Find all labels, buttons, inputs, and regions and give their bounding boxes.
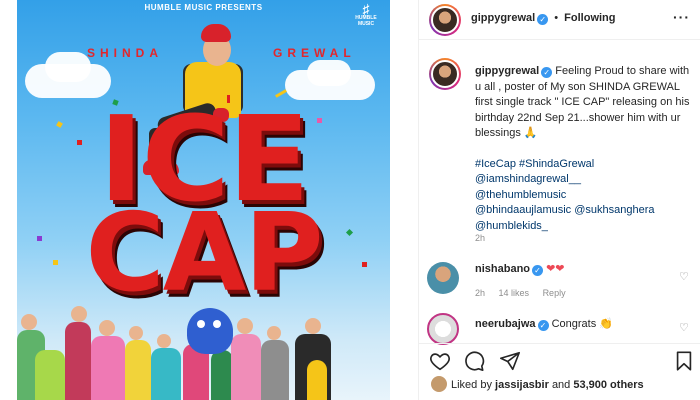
verified-icon: ✓ [537,320,549,331]
artist-last-name: GREWAL [273,46,356,60]
comment-body: neerubajwa ✓ Congrats 👏 [475,317,613,332]
confetti [227,95,230,103]
post-action-bar [419,343,700,373]
comment-body: nishabano ✓ ❤❤ [475,262,565,277]
mascot [187,308,233,354]
crowd-of-kids [17,300,390,400]
liked-by-prefix: Liked by [451,379,492,391]
post-sidebar: gippygrewal ✓ • Following ··· gippygrewal… [418,0,700,400]
comment-text: ❤❤ [546,263,565,275]
author-avatar[interactable] [429,4,461,36]
comment-bubble-icon[interactable] [463,350,485,372]
caption-tag-line[interactable]: @humblekids_ [475,219,691,235]
comment-reply-button[interactable]: Reply [543,288,566,298]
poster-title-line2: CAP [85,191,324,316]
confetti [317,118,322,123]
bookmark-icon[interactable] [673,350,695,372]
crowd-head [129,326,143,340]
kid-figure-part [201,24,231,42]
liked-by-and: and [551,379,571,391]
header-separator: • [554,12,559,24]
confetti [53,260,58,265]
comment-item: neerubajwa ✓ Congrats 👏 ♡ [427,313,693,345]
crowd-person [151,348,181,400]
artist-first-name: SHINDA [87,46,164,60]
comment-username[interactable]: nishabano [475,263,530,275]
caption-tag-line[interactable]: @iamshindagrewal__ [475,172,691,188]
crowd-head [71,306,87,322]
more-options-icon[interactable]: ··· [673,9,690,25]
crowd-person [211,350,233,400]
comment-likes[interactable]: 14 likes [499,288,530,298]
poster-image: HUMBLE MUSIC PRESENTS ♯ HUMBLE MUSIC SHI… [17,0,390,400]
post-header: gippygrewal ✓ • Following ··· [419,0,700,40]
crowd-head [99,320,115,336]
caption-tag-line[interactable]: @bhindaaujlamusic @sukhsanghera [475,203,691,219]
presents-text: HUMBLE MUSIC PRESENTS [144,3,263,12]
comment-like-heart-icon[interactable]: ♡ [679,323,689,334]
comment-avatar[interactable] [427,313,459,345]
caption-tags: #IceCap #ShindaGrewal @iamshindagrewal__… [475,157,691,235]
cloud [45,52,91,82]
crowd-head [237,318,253,334]
caption-avatar-image [431,60,459,88]
cloud [307,60,351,86]
caption-timestamp: 2h [475,233,486,243]
crowd-person [307,360,327,400]
post-media[interactable]: HUMBLE MUSIC PRESENTS ♯ HUMBLE MUSIC SHI… [0,0,418,400]
header-username[interactable]: gippygrewal [471,12,535,24]
verified-icon: ✓ [541,67,553,78]
verified-icon: ✓ [537,14,549,25]
comment-avatar[interactable] [427,262,459,294]
confetti [37,236,42,241]
caption-avatar[interactable] [429,58,461,90]
caption-username[interactable]: gippygrewal [475,65,539,77]
crowd-person [91,336,125,400]
comment-text: Congrats 👏 [551,318,613,330]
header-user-line: gippygrewal ✓ • Following [471,12,616,25]
crowd-head [305,318,321,334]
crowd-person [35,350,65,400]
comment-meta: 2h 14 likes Reply [475,288,577,298]
comment-username[interactable]: neerubajwa [475,318,536,330]
confetti [362,262,367,267]
confetti [77,140,82,145]
humble-music-logo: ♯ HUMBLE MUSIC [355,1,377,27]
crowd-head [157,334,171,348]
crowd-head [21,314,37,330]
liked-by-avatar[interactable] [431,376,447,392]
mascot-eye [197,320,205,328]
caption-tag-line[interactable]: @thehumblemusic [475,188,691,204]
caption-tag-line[interactable]: #IceCap #ShindaGrewal [475,157,691,173]
author-avatar-image [431,6,459,34]
liked-by-user[interactable]: jassijasbir [495,379,549,391]
comment-item: nishabano ✓ ❤❤ 2h 14 likes Reply ♡ [427,262,693,302]
post-caption: gippygrewal ✓ Feeling Proud to share with… [475,64,691,234]
mascot-eye [213,320,221,328]
liked-by-line: Liked by jassijasbir and 53,900 others [431,376,644,392]
share-paper-plane-icon[interactable] [499,350,521,372]
verified-icon: ✓ [532,265,544,276]
crowd-person [65,322,91,400]
crowd-person [261,340,289,400]
crowd-person [125,340,151,400]
comment-time: 2h [475,288,486,298]
liked-by-count[interactable]: 53,900 others [573,379,643,391]
crowd-person [231,334,261,400]
crowd-head [267,326,281,340]
like-heart-icon[interactable] [429,350,451,372]
following-button[interactable]: Following [564,12,615,24]
comment-like-heart-icon[interactable]: ♡ [679,272,689,283]
